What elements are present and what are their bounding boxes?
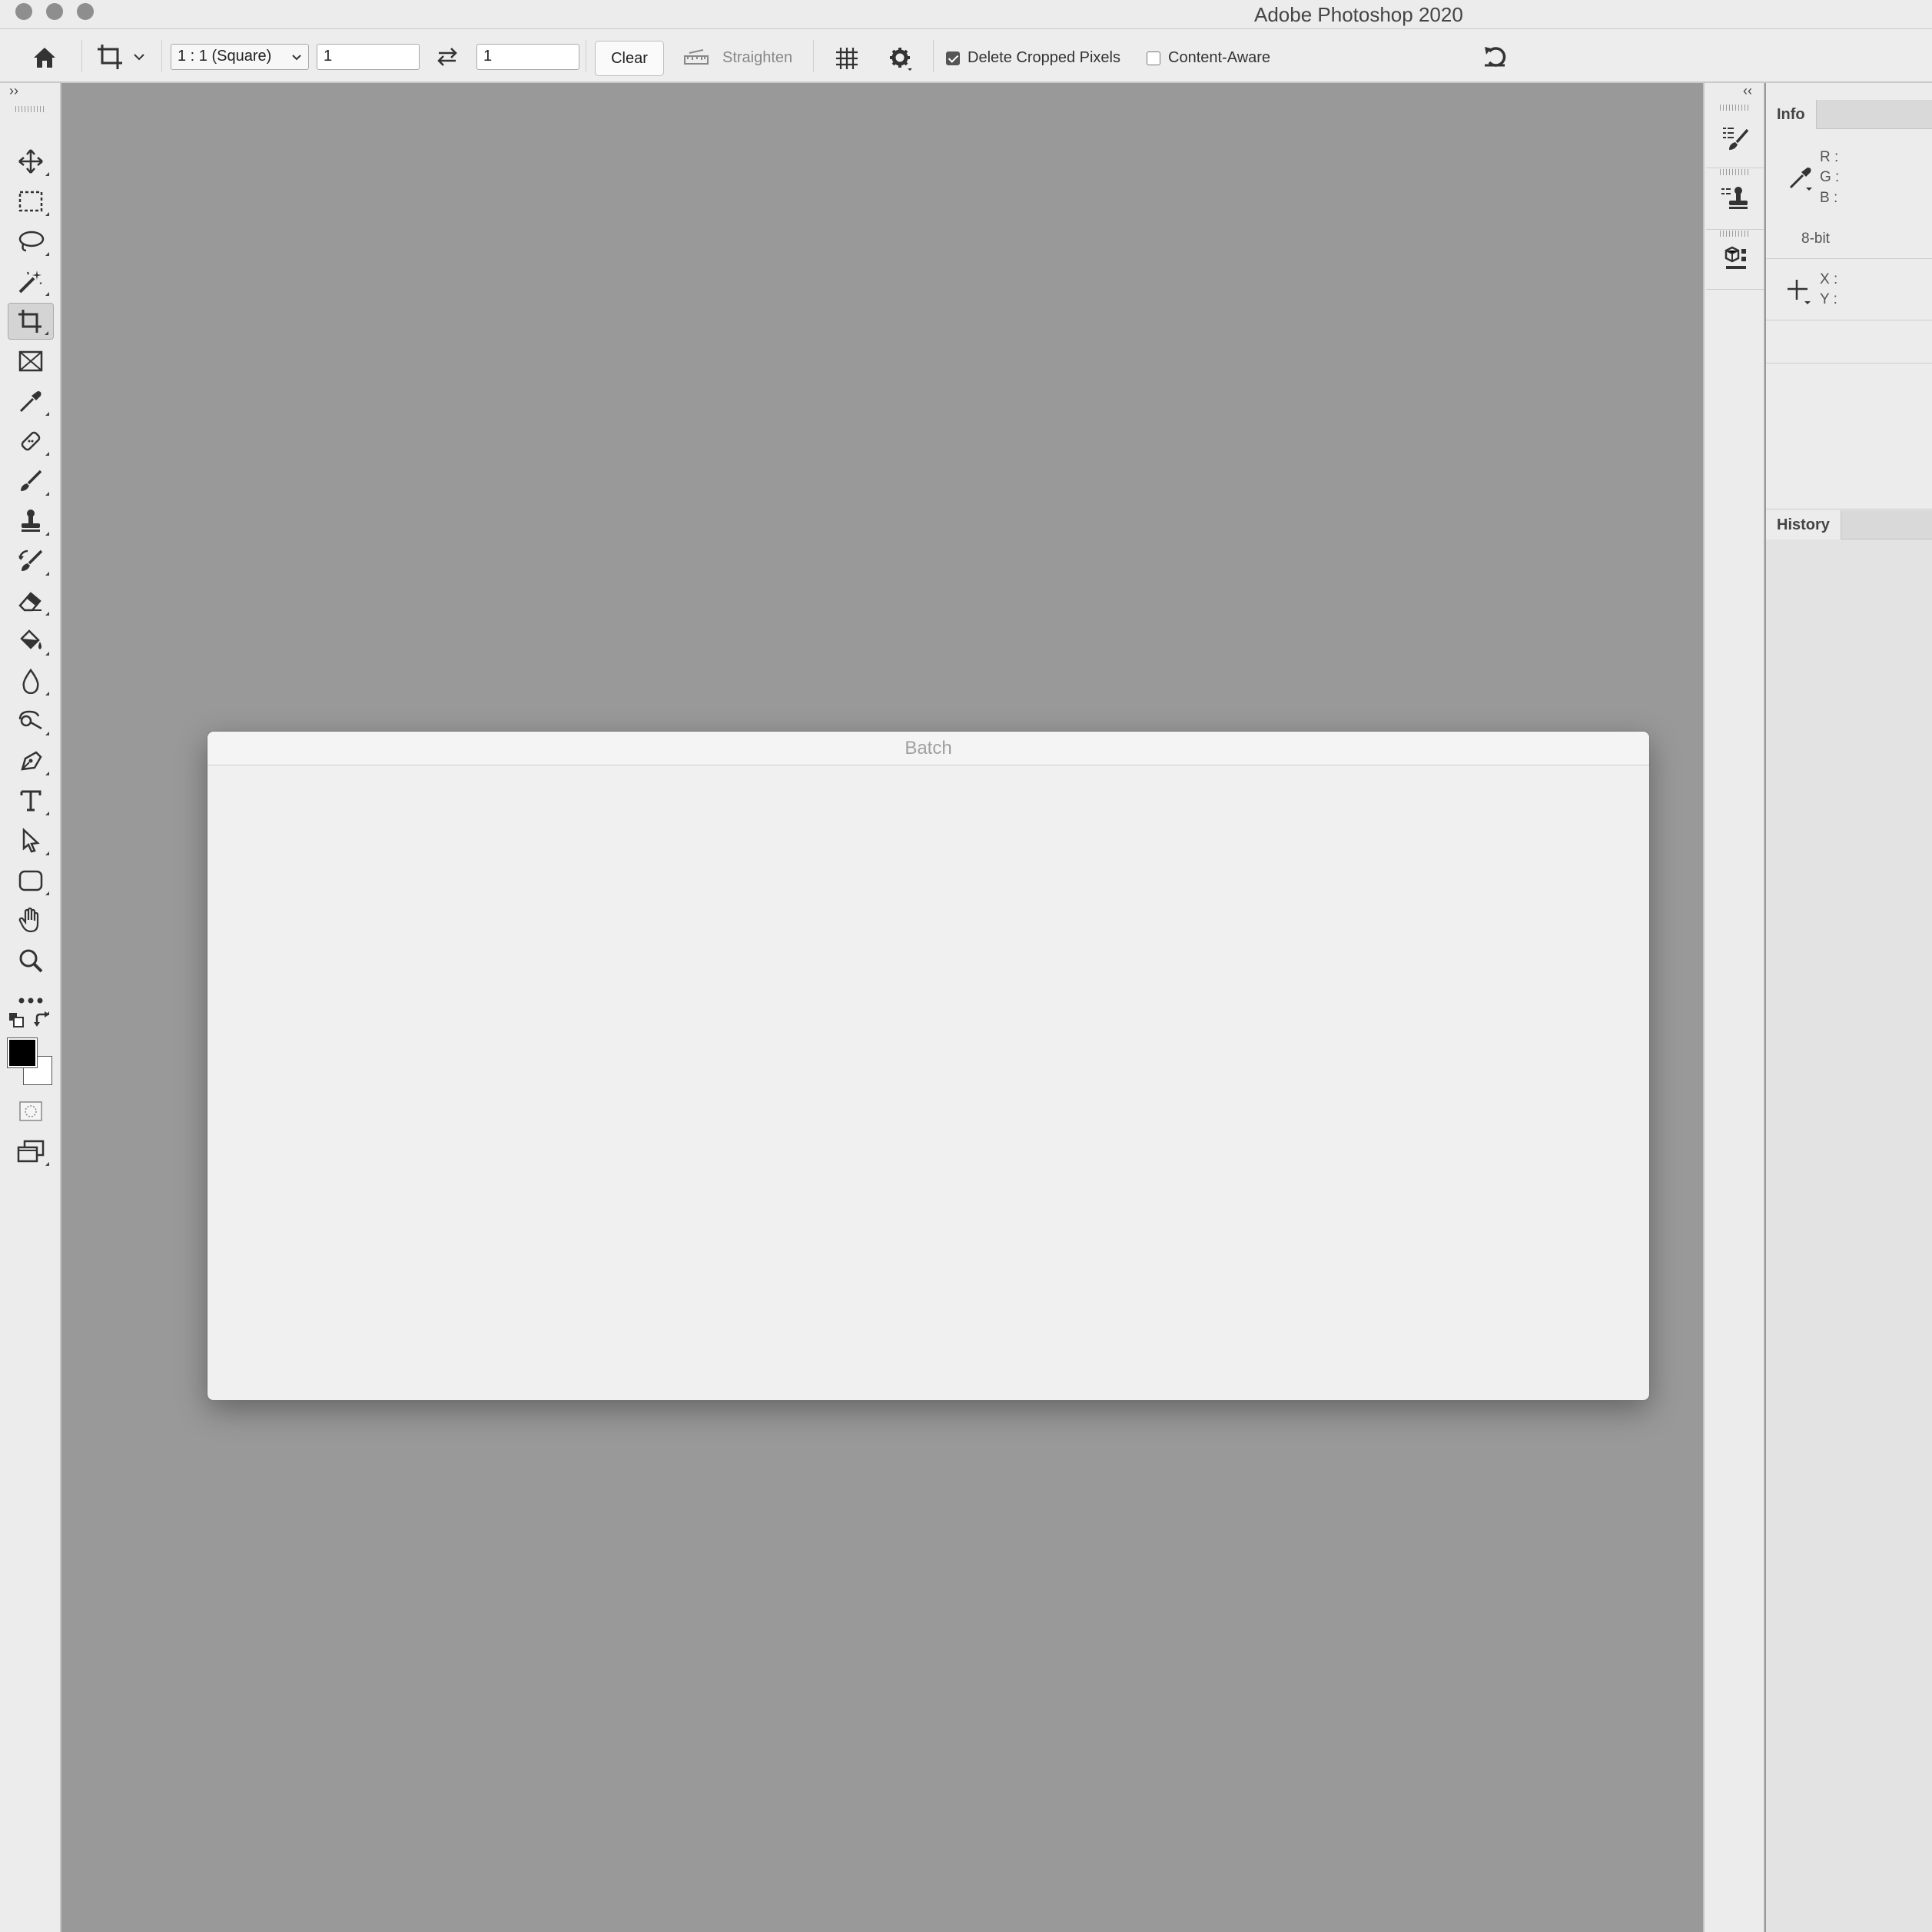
gear-icon[interactable] <box>884 43 918 74</box>
dock-collapse-button[interactable]: ‹‹ <box>1743 83 1752 99</box>
crosshair-icon[interactable] <box>1786 278 1814 306</box>
pen-icon[interactable] <box>8 742 54 779</box>
info-x-label: X : <box>1820 271 1838 287</box>
chevron-down-icon <box>134 54 144 61</box>
info-b-label: B : <box>1820 190 1838 206</box>
eyedropper-icon[interactable] <box>8 383 54 420</box>
collapsed-panel-dock: ‹‹ <box>1703 83 1764 1932</box>
dodge-icon[interactable] <box>8 702 54 739</box>
content-aware-checkbox[interactable] <box>1147 51 1160 65</box>
brush-settings-panel-icon[interactable] <box>1717 120 1754 157</box>
window-title: Adobe Photoshop 2020 <box>1254 3 1463 26</box>
ratio-preset-value: 1 : 1 (Square) <box>178 48 272 65</box>
close-window-button[interactable] <box>15 3 32 20</box>
reset-icon[interactable] <box>1479 41 1512 72</box>
tools-panel: ›› <box>0 83 61 1932</box>
ratio-preset-select[interactable]: 1 : 1 (Square) <box>171 44 309 70</box>
straighten-label[interactable]: Straighten <box>722 49 792 67</box>
info-y-label: Y : <box>1820 291 1837 307</box>
content-aware-label[interactable]: Content-Aware <box>1168 49 1270 67</box>
minimize-window-button[interactable] <box>46 3 63 20</box>
info-bit-depth: 8-bit <box>1801 231 1830 247</box>
clone-source-panel-icon[interactable] <box>1717 181 1754 218</box>
swap-icon[interactable] <box>432 43 463 71</box>
hand-icon[interactable] <box>8 902 54 939</box>
swap-colors-icon[interactable] <box>34 1011 52 1028</box>
crop-tool-preset-picker[interactable] <box>92 41 149 72</box>
eyedropper-icon[interactable] <box>1788 164 1815 192</box>
batch-dialog-title: Batch <box>207 732 1649 765</box>
type-icon[interactable] <box>8 782 54 819</box>
lasso-icon[interactable] <box>8 223 54 260</box>
zoom-icon[interactable] <box>8 942 54 979</box>
home-icon[interactable] <box>28 43 61 72</box>
width-ratio-input[interactable]: 1 <box>317 44 420 70</box>
brush-icon[interactable] <box>8 463 54 500</box>
batch-dialog: Batch <box>207 732 1649 1400</box>
screen-mode-icon[interactable] <box>8 1133 54 1170</box>
history-panel-body <box>1766 539 1932 1932</box>
marquee-icon[interactable] <box>8 183 54 220</box>
3d-panel-icon[interactable] <box>1717 243 1754 280</box>
info-g-label: G : <box>1820 169 1840 185</box>
foreground-color-swatch[interactable] <box>7 1037 38 1068</box>
move-icon[interactable] <box>8 143 54 180</box>
clone-stamp-icon[interactable] <box>8 503 54 539</box>
rectangle-shape-icon[interactable] <box>8 862 54 899</box>
paint-bucket-icon[interactable] <box>8 622 54 659</box>
options-bar: 1 : 1 (Square) 1 1 Clear Straighten Dele… <box>0 29 1932 83</box>
delete-cropped-pixels-label[interactable]: Delete Cropped Pixels <box>968 49 1120 67</box>
toolbar-collapse-button[interactable]: ›› <box>9 83 18 99</box>
frame-icon[interactable] <box>8 343 54 380</box>
height-ratio-input[interactable]: 1 <box>476 44 579 70</box>
quick-mask-icon[interactable] <box>8 1093 54 1130</box>
delete-cropped-pixels-checkbox[interactable] <box>946 51 960 65</box>
info-r-label: R : <box>1820 149 1839 165</box>
crop-icon[interactable] <box>8 303 54 340</box>
info-panel-tabbar: Info <box>1766 100 1932 129</box>
straighten-icon[interactable] <box>681 45 712 71</box>
tab-info[interactable]: Info <box>1766 100 1817 129</box>
grid-overlay-icon[interactable] <box>832 43 862 74</box>
blur-icon[interactable] <box>8 662 54 699</box>
history-panel-tabbar: History <box>1766 510 1932 539</box>
path-selection-icon[interactable] <box>8 822 54 859</box>
history-brush-icon[interactable] <box>8 543 54 579</box>
title-bar: Adobe Photoshop 2020 <box>0 0 1932 29</box>
magic-wand-icon[interactable] <box>8 263 54 300</box>
clear-button[interactable]: Clear <box>595 41 664 76</box>
healing-brush-icon[interactable] <box>8 423 54 460</box>
tab-history[interactable]: History <box>1766 510 1841 539</box>
eraser-icon[interactable] <box>8 583 54 619</box>
panels-column: Info R : G : B : 8-bit X : Y : History <box>1766 83 1932 1932</box>
zoom-window-button[interactable] <box>77 3 94 20</box>
default-colors-icon[interactable] <box>8 1011 25 1028</box>
chevron-down-icon <box>292 55 301 61</box>
